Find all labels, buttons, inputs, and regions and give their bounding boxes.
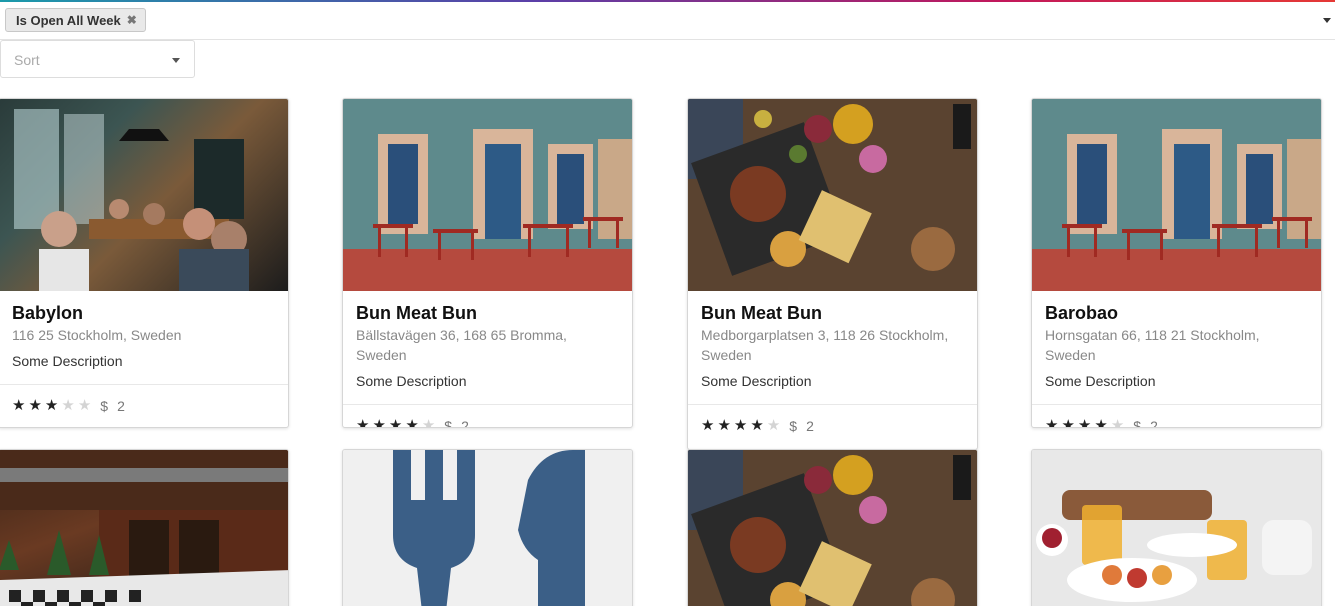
pub-interior-photo (0, 450, 288, 606)
star-icon: ★ (405, 417, 419, 428)
star-icon: ★ (750, 417, 764, 434)
star-icon: ★ (1061, 417, 1075, 428)
card-footer: ★ ★ ★ ★ ★ $ 2 (343, 404, 632, 428)
card-footer: ★ ★ ★ ★ ★ $ 2 (0, 384, 288, 426)
restaurant-card[interactable] (687, 449, 978, 606)
filter-chip-open-all-week[interactable]: Is Open All Week ✖ (5, 8, 146, 32)
dollar-icon: $ (789, 417, 798, 434)
card-footer: ★ ★ ★ ★ ★ $ 2 (1032, 404, 1321, 428)
cafe-facade-photo (1032, 99, 1321, 291)
restaurant-address: Hornsgatan 66, 118 21 Stockholm, Sweden (1045, 327, 1260, 363)
chevron-down-icon (172, 58, 180, 63)
star-icon: ★ (1094, 417, 1108, 428)
breakfast-table-photo (1032, 450, 1321, 606)
food-platter-photo (688, 99, 977, 291)
restaurant-address: Medborgarplatsen 3, 118 26 Stockholm, Sw… (701, 327, 949, 363)
restaurant-card[interactable]: Bun Meat Bun Bällstavägen 36, 168 65 Bro… (342, 98, 633, 428)
restaurant-name[interactable]: Babylon (12, 302, 275, 324)
star-icon: ★ (61, 397, 75, 414)
restaurant-address: 116 25 Stockholm, Sweden (12, 327, 182, 343)
restaurant-interior-photo (0, 99, 288, 291)
price-level: 2 (461, 417, 469, 428)
star-icon: ★ (28, 397, 42, 414)
chevron-down-icon[interactable] (1323, 18, 1331, 23)
restaurant-card[interactable] (342, 449, 633, 606)
dollar-icon: $ (100, 397, 109, 414)
dollar-icon: $ (1133, 417, 1142, 428)
restaurant-name[interactable]: Bun Meat Bun (356, 302, 619, 324)
star-icon: ★ (356, 417, 370, 428)
fork-knife-placeholder (343, 450, 632, 606)
dollar-icon: $ (444, 417, 453, 428)
star-icon: ★ (1077, 417, 1092, 428)
restaurant-name[interactable]: Bun Meat Bun (701, 302, 964, 324)
restaurant-name[interactable]: Barobao (1045, 302, 1308, 324)
star-icon: ★ (1045, 417, 1059, 428)
cafe-facade-photo (343, 99, 632, 291)
restaurant-description: Some Description (12, 353, 123, 369)
star-icon: ★ (12, 397, 26, 414)
sort-placeholder: Sort (14, 52, 40, 68)
restaurant-address: Bällstavägen 36, 168 65 Bromma, Sweden (356, 327, 567, 363)
restaurant-card[interactable] (0, 449, 289, 606)
restaurant-description: Some Description (1045, 373, 1156, 389)
restaurant-description: Some Description (701, 373, 812, 389)
star-icon: ★ (44, 397, 59, 414)
filter-bar: Is Open All Week ✖ (0, 2, 1335, 40)
close-icon[interactable]: ✖ (127, 13, 137, 27)
food-platter-photo (688, 450, 977, 606)
restaurant-card[interactable] (1031, 449, 1322, 606)
price-level: 2 (806, 417, 814, 434)
sort-select[interactable]: Sort (0, 40, 195, 78)
price-level: 2 (117, 397, 125, 414)
star-icon: ★ (701, 417, 715, 434)
star-icon: ★ (388, 417, 403, 428)
restaurant-card[interactable]: Babylon 116 25 Stockholm, Sweden Some De… (0, 98, 289, 428)
restaurant-card[interactable]: Barobao Hornsgatan 66, 118 21 Stockholm,… (1031, 98, 1322, 428)
star-icon: ★ (1110, 417, 1125, 428)
restaurant-card[interactable]: Bun Meat Bun Medborgarplatsen 3, 118 26 … (687, 98, 978, 450)
star-icon: ★ (77, 397, 92, 414)
price-level: 2 (1150, 417, 1158, 428)
card-footer: ★ ★ ★ ★ ★ $ 2 (688, 404, 977, 446)
star-icon: ★ (733, 417, 748, 434)
star-icon: ★ (421, 417, 436, 428)
filter-chip-label: Is Open All Week (16, 12, 121, 28)
restaurant-description: Some Description (356, 373, 467, 389)
star-icon: ★ (717, 417, 731, 434)
star-icon: ★ (372, 417, 386, 428)
star-icon: ★ (766, 417, 781, 434)
